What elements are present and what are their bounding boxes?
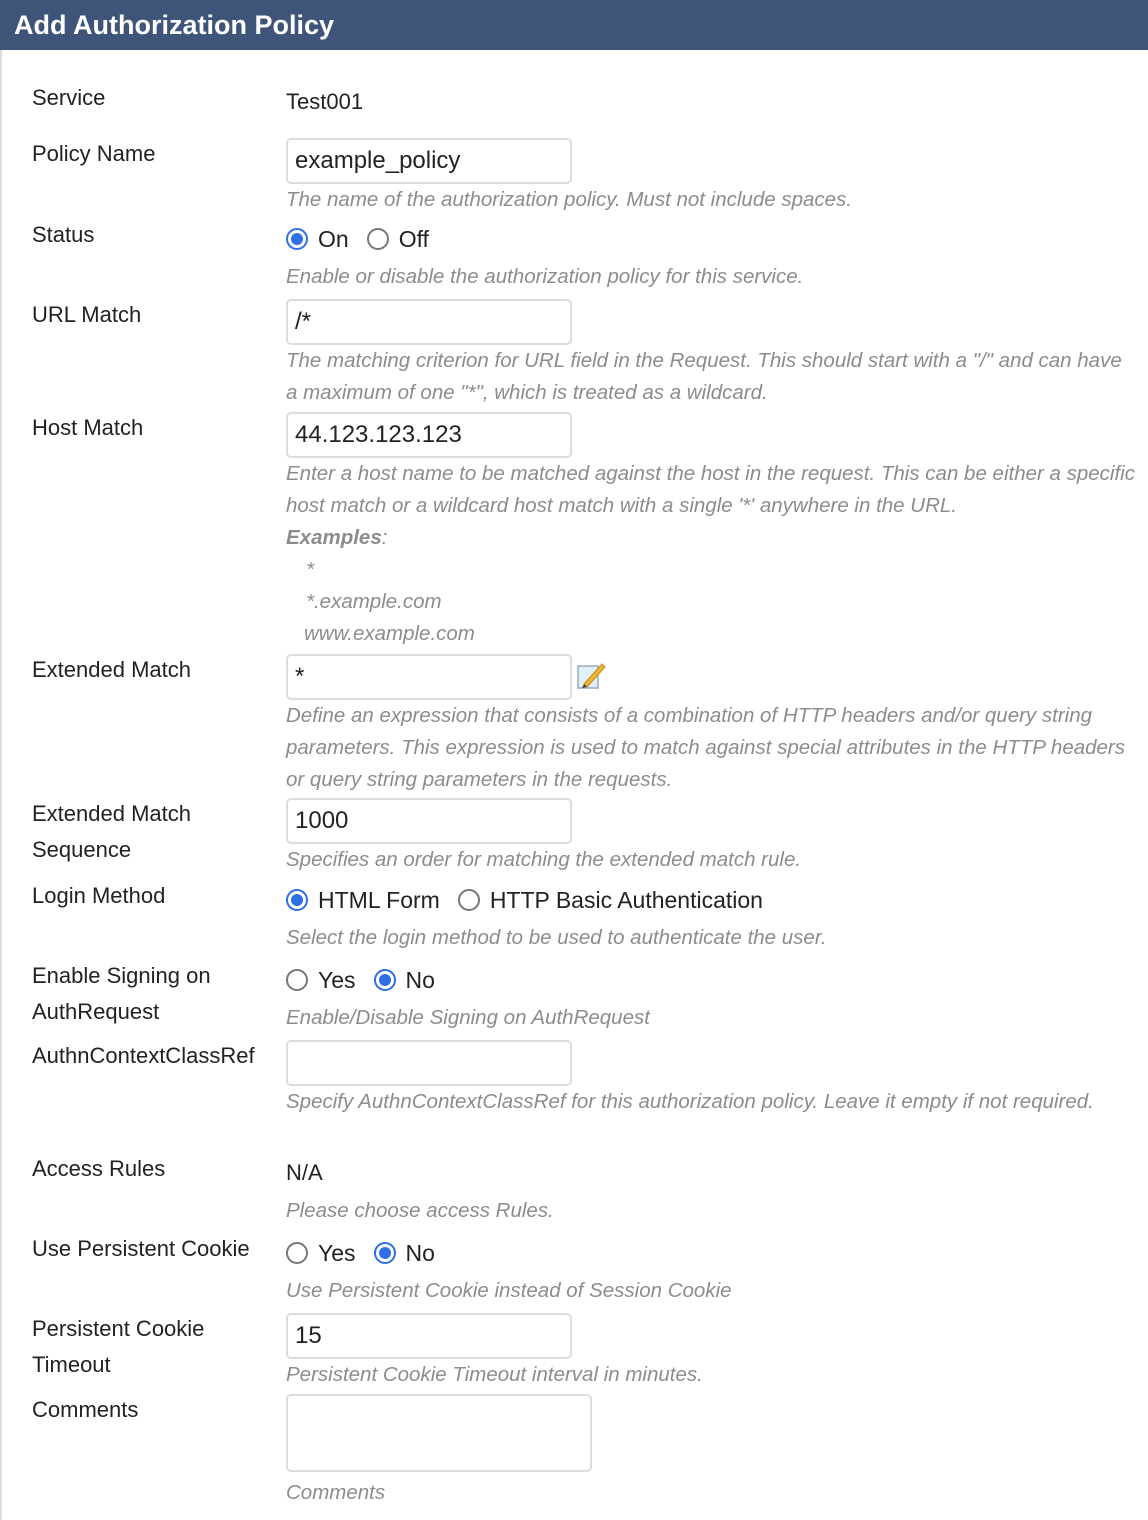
radio-checked-icon[interactable] xyxy=(286,889,308,911)
persistent-cookie-help: Use Persistent Cookie instead of Session… xyxy=(286,1279,732,1302)
radio-checked-icon[interactable] xyxy=(373,969,396,991)
extended-match-sequence-help: Specifies an order for matching the exte… xyxy=(286,848,802,871)
url-match-help: The matching criterion for URL field in … xyxy=(286,349,1122,404)
enable-signing-help: Enable/Disable Signing on AuthRequest xyxy=(286,1006,650,1029)
persistent-cookie-radio-group: Yes No xyxy=(286,1235,1138,1271)
persistent-cookie-label: Use Persistent Cookie xyxy=(32,1236,250,1261)
status-help: Enable or disable the authorization poli… xyxy=(286,265,804,288)
policy-name-help: The name of the authorization policy. Mu… xyxy=(286,188,852,211)
example-item: * xyxy=(306,558,314,581)
login-method-label: Login Method xyxy=(32,883,166,908)
host-match-input[interactable] xyxy=(286,412,572,458)
example-item: www.example.com xyxy=(304,622,475,645)
comments-label: Comments xyxy=(32,1397,139,1422)
persistent-cookie-timeout-label: Persistent Cookie Timeout xyxy=(32,1316,205,1377)
radio-checked-icon[interactable] xyxy=(373,1242,396,1264)
persistent-cookie-no-radio[interactable]: No xyxy=(373,1235,435,1271)
signing-no-radio[interactable]: No xyxy=(373,962,435,998)
url-match-label: URL Match xyxy=(32,302,142,327)
service-value: Test001 xyxy=(286,89,364,114)
authn-context-help: Specify AuthnContextClassRef for this au… xyxy=(286,1090,1094,1113)
host-match-examples: * *.example.com www.example.com xyxy=(286,554,1138,650)
authn-context-label: AuthnContextClassRef xyxy=(32,1043,255,1068)
access-rules-label: Access Rules xyxy=(32,1156,166,1181)
status-radio-group: On Off xyxy=(286,221,1138,257)
radio-unchecked-icon[interactable] xyxy=(457,889,480,911)
extended-match-sequence-input[interactable] xyxy=(286,798,572,844)
signing-yes-radio[interactable]: Yes xyxy=(286,962,356,998)
extended-match-sequence-label: Extended Match Sequence xyxy=(32,801,191,862)
login-html-form-radio[interactable]: HTML Form xyxy=(286,882,440,918)
comments-help: Comments xyxy=(286,1481,386,1504)
access-rules-help: Please choose access Rules. xyxy=(286,1199,554,1222)
dialog-title: Add Authorization Policy xyxy=(14,10,334,40)
authn-context-input[interactable] xyxy=(286,1040,572,1086)
comments-textarea[interactable] xyxy=(286,1394,592,1472)
access-rules-value: N/A xyxy=(286,1160,323,1185)
dialog-header: Add Authorization Policy xyxy=(0,0,1148,50)
extended-match-input[interactable] xyxy=(286,654,572,700)
radio-unchecked-icon[interactable] xyxy=(286,1242,308,1264)
status-off-radio[interactable]: Off xyxy=(366,221,429,257)
persistent-cookie-yes-radio[interactable]: Yes xyxy=(286,1235,356,1271)
url-match-input[interactable] xyxy=(286,299,572,345)
enable-signing-label: Enable Signing on AuthRequest xyxy=(32,963,211,1024)
policy-name-label: Policy Name xyxy=(32,141,156,166)
service-label: Service xyxy=(32,85,106,110)
radio-unchecked-icon[interactable] xyxy=(286,969,308,991)
login-method-help: Select the login method to be used to au… xyxy=(286,926,827,949)
login-method-radio-group: HTML Form HTTP Basic Authentication xyxy=(286,882,1138,918)
host-match-help: Enter a host name to be matched against … xyxy=(286,462,1135,517)
host-match-examples-heading: Examples: xyxy=(286,526,388,549)
login-http-basic-radio[interactable]: HTTP Basic Authentication xyxy=(457,882,763,918)
enable-signing-radio-group: Yes No xyxy=(286,962,1138,998)
host-match-label: Host Match xyxy=(32,415,144,440)
status-on-radio[interactable]: On xyxy=(286,221,349,257)
policy-form: Service Test001 Policy Name The name of … xyxy=(0,50,1148,1520)
extended-match-help: Define an expression that consists of a … xyxy=(286,704,1125,791)
persistent-cookie-timeout-input[interactable] xyxy=(286,1313,572,1359)
status-label: Status xyxy=(32,222,95,247)
radio-unchecked-icon[interactable] xyxy=(366,228,389,250)
edit-pencil-icon[interactable] xyxy=(576,660,606,690)
policy-name-input[interactable] xyxy=(286,138,572,184)
example-item: *.example.com xyxy=(306,590,442,613)
extended-match-label: Extended Match xyxy=(32,657,191,682)
persistent-cookie-timeout-help: Persistent Cookie Timeout interval in mi… xyxy=(286,1363,703,1386)
radio-checked-icon[interactable] xyxy=(286,228,308,250)
